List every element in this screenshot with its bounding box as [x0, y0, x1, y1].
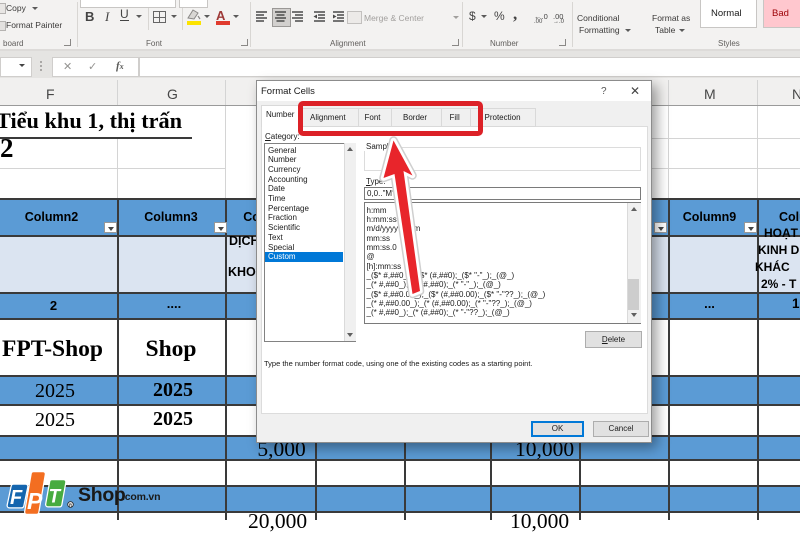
svg-text:R: R: [69, 502, 72, 507]
svg-text:T: T: [49, 487, 62, 508]
svg-text:.com.vn: .com.vn: [122, 491, 160, 503]
svg-text:P: P: [27, 488, 43, 514]
svg-text:Shop: Shop: [78, 484, 126, 506]
svg-text:F: F: [10, 487, 23, 509]
